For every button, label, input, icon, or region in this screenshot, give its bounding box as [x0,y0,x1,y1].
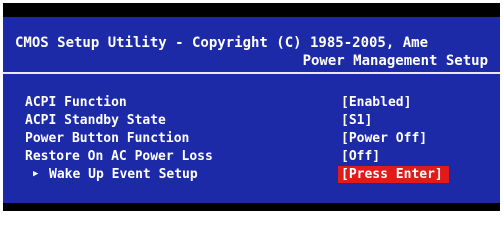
bios-setup-frame: CMOS Setup Utility - Copyright (C) 1985-… [3,17,500,203]
setting-label: Wake Up Event Setup [49,167,198,182]
setting-label: Restore On AC Power Loss [25,149,213,164]
setting-row-restore-on-ac-power-loss[interactable]: Restore On AC Power Loss [Off] [3,148,500,165]
setting-row-acpi-function[interactable]: ACPI Function [Enabled] [3,94,500,111]
title-bar: CMOS Setup Utility - Copyright (C) 1985-… [3,35,500,51]
submenu-arrow-icon: ▶ [33,169,39,179]
setting-row-wake-up-event-setup[interactable]: ▶ Wake Up Event Setup [Press Enter] [3,166,500,183]
utility-title: CMOS Setup Utility - Copyright (C) 1985-… [15,35,429,51]
setting-label: ACPI Standby State [25,113,166,128]
setting-row-power-button-function[interactable]: Power Button Function [Power Off] [3,130,500,147]
page-title: Power Management Setup [302,53,488,69]
setting-value[interactable]: [Enabled] [341,94,411,111]
setting-label: Power Button Function [25,131,190,146]
setting-value[interactable]: [S1] [341,112,372,129]
setting-row-acpi-standby-state[interactable]: ACPI Standby State [S1] [3,112,500,129]
setting-label: ACPI Function [25,95,127,110]
header-divider [3,72,500,74]
setting-value[interactable]: [Off] [341,148,380,165]
settings-menu: ACPI Function [Enabled] ACPI Standby Sta… [3,94,500,203]
bios-screen: CMOS Setup Utility - Copyright (C) 1985-… [3,3,500,211]
setting-value[interactable]: [Power Off] [341,130,427,147]
setting-value-selected[interactable]: [Press Enter] [338,166,449,183]
